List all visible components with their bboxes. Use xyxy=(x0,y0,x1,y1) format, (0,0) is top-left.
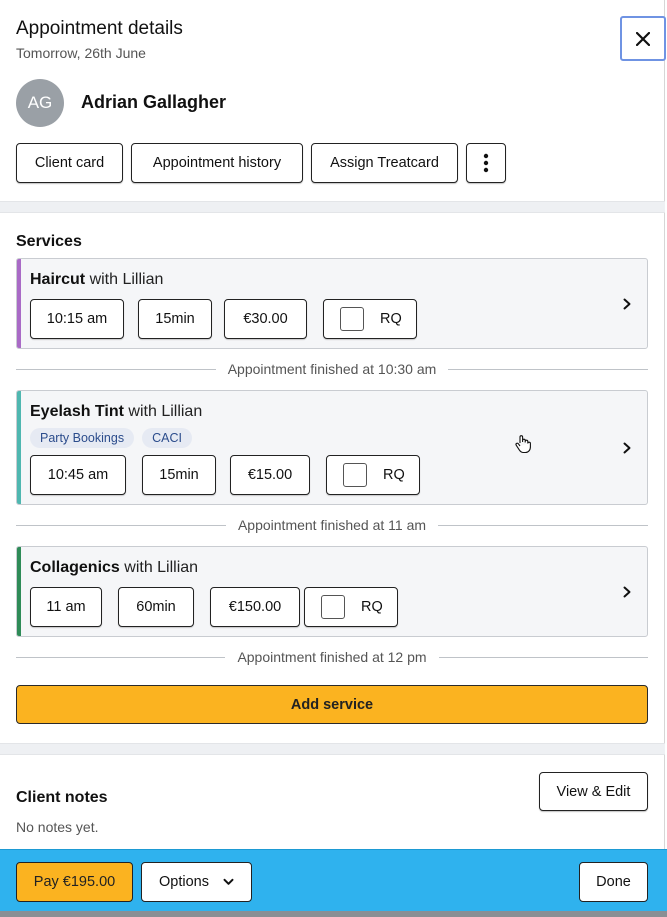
service-details: 10:45 am 15min €15.00 RQ xyxy=(30,455,420,495)
appointment-finished-text: Appointment finished at 11 am xyxy=(237,517,427,533)
avatar: AG xyxy=(16,79,64,127)
done-button[interactable]: Done xyxy=(579,862,648,902)
service-duration-button[interactable]: 15min xyxy=(138,299,212,339)
service-duration-button[interactable]: 60min xyxy=(118,587,194,627)
service-price-button[interactable]: €30.00 xyxy=(224,299,307,339)
service-color-bar xyxy=(17,259,21,348)
appointment-finished-divider: Appointment finished at 11 am xyxy=(16,515,649,535)
service-staff: with Lillian xyxy=(119,559,199,576)
service-name: Collagenics xyxy=(30,559,120,576)
service-title: Eyelash Tint with Lillian xyxy=(30,403,202,421)
request-label: RQ xyxy=(380,311,402,327)
service-price-button[interactable]: €150.00 xyxy=(210,587,300,627)
service-name: Haircut xyxy=(30,271,86,288)
service-color-bar xyxy=(17,391,21,504)
appointment-finished-divider: Appointment finished at 12 pm xyxy=(16,647,648,667)
service-duration-button[interactable]: 15min xyxy=(142,455,216,495)
service-card-haircut[interactable]: Haircut with Lillian 10:15 am 15min €30.… xyxy=(16,258,648,349)
request-label: RQ xyxy=(361,599,383,615)
request-label: RQ xyxy=(383,467,405,483)
close-button[interactable] xyxy=(620,16,666,61)
service-name: Eyelash Tint xyxy=(30,403,124,420)
chevron-right-icon[interactable] xyxy=(621,442,633,454)
tag-badge: Party Bookings xyxy=(30,428,135,448)
service-time-button[interactable]: 11 am xyxy=(30,587,102,627)
view-edit-notes-button[interactable]: View & Edit xyxy=(539,772,648,811)
appointment-history-button[interactable]: Appointment history xyxy=(131,143,303,183)
service-staff: with Lillian xyxy=(123,403,203,420)
options-dropdown[interactable]: Options xyxy=(141,862,252,902)
client-name: Adrian Gallagher xyxy=(81,92,227,112)
section-separator xyxy=(0,743,665,755)
options-label: Options xyxy=(159,874,209,890)
appointment-finished-divider: Appointment finished at 10:30 am xyxy=(16,359,649,379)
services-heading: Services xyxy=(16,233,82,250)
service-time-button[interactable]: 10:15 am xyxy=(30,299,124,339)
client-actions: Client card Appointment history Assign T… xyxy=(16,143,506,183)
service-card-collagenics[interactable]: Collagenics with Lillian 11 am 60min €15… xyxy=(16,546,648,637)
request-checkbox[interactable] xyxy=(343,463,367,487)
service-price-button[interactable]: €15.00 xyxy=(230,455,310,495)
request-checkbox[interactable] xyxy=(321,595,345,619)
appointment-finished-text: Appointment finished at 10:30 am xyxy=(227,361,437,377)
request-checkbox[interactable] xyxy=(340,307,364,331)
service-details: 10:15 am 15min €30.00 RQ xyxy=(30,299,417,339)
service-title: Haircut with Lillian xyxy=(30,271,163,289)
hand-cursor-icon xyxy=(515,435,531,454)
service-color-bar xyxy=(17,547,21,636)
chevron-right-icon[interactable] xyxy=(621,586,633,598)
tag-badge: CACI xyxy=(142,428,192,448)
close-icon xyxy=(636,31,650,46)
service-title: Collagenics with Lillian xyxy=(30,559,198,577)
client-notes-heading: Client notes xyxy=(16,789,108,806)
chevron-right-icon[interactable] xyxy=(621,298,633,310)
service-details: 11 am 60min €150.00 RQ xyxy=(30,587,398,627)
service-time-button[interactable]: 10:45 am xyxy=(30,455,126,495)
request-toggle[interactable]: RQ xyxy=(326,455,420,495)
vertical-ellipsis-icon xyxy=(483,153,489,173)
footer-bar: Pay €195.00 Options Done xyxy=(0,849,667,911)
window-bottom-edge xyxy=(0,911,667,917)
chevron-down-icon xyxy=(223,878,234,885)
appointment-date: Tomorrow, 26th June xyxy=(16,45,146,61)
more-actions-button[interactable] xyxy=(466,143,506,183)
appointment-header: Appointment details Tomorrow, 26th June … xyxy=(0,0,666,200)
assign-treatcard-button[interactable]: Assign Treatcard xyxy=(311,143,458,183)
appointment-details-panel: Appointment details Tomorrow, 26th June … xyxy=(0,0,666,917)
pay-button[interactable]: Pay €195.00 xyxy=(16,862,133,902)
client-card-button[interactable]: Client card xyxy=(16,143,123,183)
request-toggle[interactable]: RQ xyxy=(304,587,398,627)
section-separator xyxy=(0,201,665,213)
service-staff: with Lillian xyxy=(85,271,164,288)
page-title: Appointment details xyxy=(16,18,183,39)
add-service-button[interactable]: Add service xyxy=(16,685,648,724)
request-toggle[interactable]: RQ xyxy=(323,299,417,339)
client-notes-empty: No notes yet. xyxy=(16,819,99,835)
service-card-eyelash-tint[interactable]: Eyelash Tint with Lillian Party Bookings… xyxy=(16,390,648,505)
appointment-finished-text: Appointment finished at 12 pm xyxy=(237,649,427,665)
service-tags: Party Bookings CACI xyxy=(30,428,192,448)
